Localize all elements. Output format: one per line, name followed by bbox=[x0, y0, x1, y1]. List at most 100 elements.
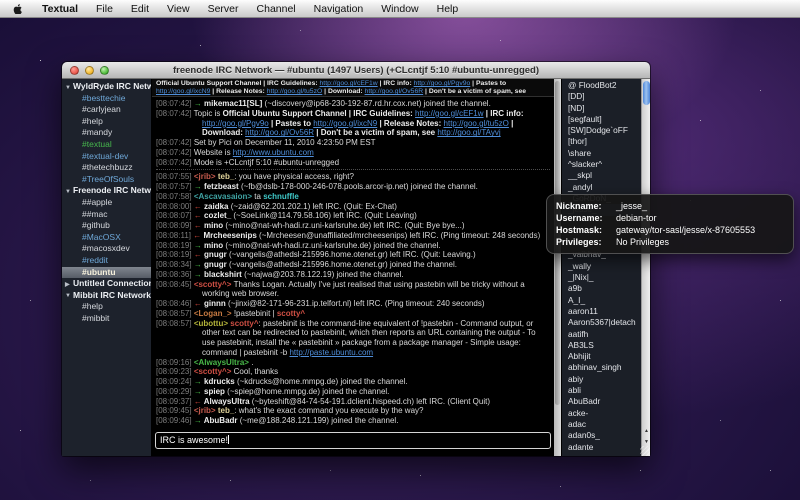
disclosure-triangle-icon[interactable]: ▼ bbox=[65, 187, 73, 197]
user-list-item[interactable]: _andyl bbox=[562, 182, 641, 193]
sidebar-group-untitled-connection[interactable]: ▶Untitled Connection bbox=[62, 278, 151, 290]
sidebar-item-ubuntu[interactable]: #ubuntu bbox=[62, 267, 151, 279]
hyperlink[interactable]: http://goo.gl/ixcN9 bbox=[313, 119, 377, 128]
user-list-item[interactable]: [ND] bbox=[562, 103, 641, 114]
user-list-item[interactable]: _wally bbox=[562, 261, 641, 272]
sidebar-item-reddit[interactable]: #reddit bbox=[62, 255, 151, 267]
menu-edit[interactable]: Edit bbox=[122, 3, 158, 15]
user-list-item[interactable]: @ FloodBot2 bbox=[562, 80, 641, 91]
sidebar-item-mandy[interactable]: #mandy bbox=[62, 127, 151, 139]
user-list-item[interactable]: __skpl bbox=[562, 170, 641, 181]
user-list-item[interactable]: acke- bbox=[562, 408, 641, 419]
sidebar-item-mibbit[interactable]: #mibbit bbox=[62, 313, 151, 325]
text-segment: (~najwa@203.78.122.19) joined the channe… bbox=[244, 270, 404, 279]
menu-navigation[interactable]: Navigation bbox=[305, 3, 373, 15]
hyperlink[interactable]: http://goo.gl/Ov56R bbox=[365, 88, 424, 95]
sidebar-item-treeofsouls[interactable]: #TreeOfSouls bbox=[62, 174, 151, 186]
user-list-item[interactable]: aatifh bbox=[562, 329, 641, 340]
user-list-item[interactable]: A_I_ bbox=[562, 295, 641, 306]
user-list-item[interactable]: AB3LS bbox=[562, 340, 641, 351]
hyperlink[interactable]: http://goo.gl/ixcN9 bbox=[156, 88, 210, 95]
sidebar-item-textual[interactable]: #textual bbox=[62, 139, 151, 151]
timestamp: [08:08:57] bbox=[156, 319, 194, 328]
text-segment: ← bbox=[193, 231, 203, 240]
user-list-item[interactable]: [SW]Dodge`oFF bbox=[562, 125, 641, 136]
hyperlink[interactable]: http://goo.gl/Pgv9o bbox=[202, 119, 269, 128]
disclosure-triangle-icon[interactable]: ▶ bbox=[65, 280, 73, 290]
hyperlink[interactable]: http://paste.ubuntu.com bbox=[289, 348, 373, 357]
chat-message: [08:07:42] → mikemac11[SL] (~discovery@i… bbox=[156, 99, 550, 109]
chat-message: [08:09:23] <scotty^> Cool, thanks bbox=[156, 367, 550, 377]
text-segment: awesome bbox=[187, 435, 226, 445]
text-segment: gnugr bbox=[204, 260, 229, 269]
sidebar-group-freenode-irc-network[interactable]: ▼Freenode IRC Network bbox=[62, 185, 151, 197]
user-list-item[interactable]: _|Nix|_ bbox=[562, 272, 641, 283]
chat-message: [08:09:37] ← AlwaysUltra (~byteshift@84-… bbox=[156, 397, 550, 407]
chat-scrollbar[interactable] bbox=[554, 79, 561, 456]
user-list-item[interactable]: aaron11 bbox=[562, 306, 641, 317]
sidebar-item-help[interactable]: #help bbox=[62, 116, 151, 128]
user-list-item[interactable]: abiy bbox=[562, 374, 641, 385]
user-list-item[interactable]: adan0s_ bbox=[562, 430, 641, 441]
message-input[interactable]: IRC is awesome! bbox=[155, 432, 551, 449]
hyperlink[interactable]: http://www.ubuntu.com bbox=[233, 148, 314, 157]
scroll-up-button[interactable]: ▲ bbox=[642, 426, 650, 436]
user-list-item[interactable]: a9b bbox=[562, 283, 641, 294]
sidebar-item-apple[interactable]: ##apple bbox=[62, 197, 151, 209]
user-list-item[interactable]: \share bbox=[562, 148, 641, 159]
text-segment: (~vangelis@athedsl-215996.home.otenet.gr… bbox=[229, 260, 457, 269]
user-list-item[interactable]: ^slacker^ bbox=[562, 159, 641, 170]
timestamp: [08:09:37] bbox=[156, 397, 194, 406]
text-segment: <AlwaysUltra> bbox=[194, 358, 251, 367]
sidebar-group-mibbit-irc-network[interactable]: ▼Mibbit IRC Network bbox=[62, 290, 151, 302]
sidebar-item-github[interactable]: #github bbox=[62, 220, 151, 232]
menu-textual[interactable]: Textual bbox=[33, 3, 87, 15]
hyperlink[interactable]: http://goo.gl/tu5zO bbox=[267, 88, 323, 95]
hyperlink[interactable]: http://goo.gl/Ov56R bbox=[245, 128, 314, 137]
sidebar-item-carlyjean[interactable]: #carlyjean bbox=[62, 104, 151, 116]
sidebar-item-textual-dev[interactable]: #textual-dev bbox=[62, 151, 151, 163]
menu-view[interactable]: View bbox=[158, 3, 199, 15]
user-list-item[interactable]: adac bbox=[562, 419, 641, 430]
timestamp: [08:07:42] bbox=[156, 158, 194, 167]
sidebar-item-help[interactable]: #help bbox=[62, 301, 151, 313]
disclosure-triangle-icon[interactable]: ▼ bbox=[65, 291, 73, 301]
menu-server[interactable]: Server bbox=[199, 3, 248, 15]
hyperlink[interactable]: http://goo.gl/tu5zO bbox=[444, 119, 509, 128]
text-segment: mino bbox=[204, 241, 225, 250]
timestamp: [08:07:42] bbox=[156, 99, 194, 108]
menu-file[interactable]: File bbox=[87, 3, 122, 15]
sidebar-item-thetechbuzz[interactable]: #thetechbuzz bbox=[62, 162, 151, 174]
user-list-item[interactable]: adante bbox=[562, 442, 641, 453]
userlist-scrollbar-thumb[interactable] bbox=[643, 81, 650, 105]
window-titlebar[interactable]: freenode IRC Network — #ubuntu (1497 Use… bbox=[62, 62, 650, 79]
sidebar-group-wyldryde-irc-network[interactable]: ▼WyldRyde IRC Network bbox=[62, 81, 151, 93]
userlist-scrollbar[interactable]: ▲ ▼ bbox=[641, 79, 650, 456]
sidebar-item-macosxdev[interactable]: #macosxdev bbox=[62, 243, 151, 255]
sidebar-item-besttechie[interactable]: #besttechie bbox=[62, 93, 151, 105]
user-list-item[interactable]: [thor] bbox=[562, 136, 641, 147]
user-list-item[interactable]: [DD] bbox=[562, 91, 641, 102]
text-segment: AlwaysUltra bbox=[204, 397, 252, 406]
disclosure-triangle-icon[interactable]: ▼ bbox=[65, 83, 73, 93]
user-list-item[interactable]: Aaron5367|detach bbox=[562, 317, 641, 328]
menu-help[interactable]: Help bbox=[428, 3, 468, 15]
user-list-item[interactable]: Abhijit bbox=[562, 351, 641, 362]
sidebar-item-mac[interactable]: ##mac bbox=[62, 209, 151, 221]
hyperlink[interactable]: http://goo.gl/cEF1w bbox=[320, 80, 378, 87]
sidebar-item-macosx[interactable]: #MacOSX bbox=[62, 232, 151, 244]
user-list-item[interactable]: [segfault] bbox=[562, 114, 641, 125]
menu-window[interactable]: Window bbox=[372, 3, 427, 15]
user-list-item[interactable]: AbuBadr bbox=[562, 396, 641, 407]
resize-grip[interactable] bbox=[640, 446, 650, 456]
user-list-item[interactable]: abli bbox=[562, 385, 641, 396]
timestamp: [08:07:55] bbox=[156, 172, 194, 181]
chat-message: [08:08:45] <scotty^> Thanks Logan. Actua… bbox=[156, 280, 550, 300]
hyperlink[interactable]: http://goo.gl/Pgv9o bbox=[414, 80, 471, 87]
apple-icon[interactable] bbox=[12, 3, 23, 14]
menu-channel[interactable]: Channel bbox=[248, 3, 305, 15]
text-segment: AbuBadr bbox=[204, 416, 240, 425]
user-list-item[interactable]: abhinav_singh bbox=[562, 362, 641, 373]
hyperlink[interactable]: http://goo.gl/TAyvj bbox=[437, 128, 500, 137]
hyperlink[interactable]: http://goo.gl/cEF1w bbox=[415, 109, 483, 118]
